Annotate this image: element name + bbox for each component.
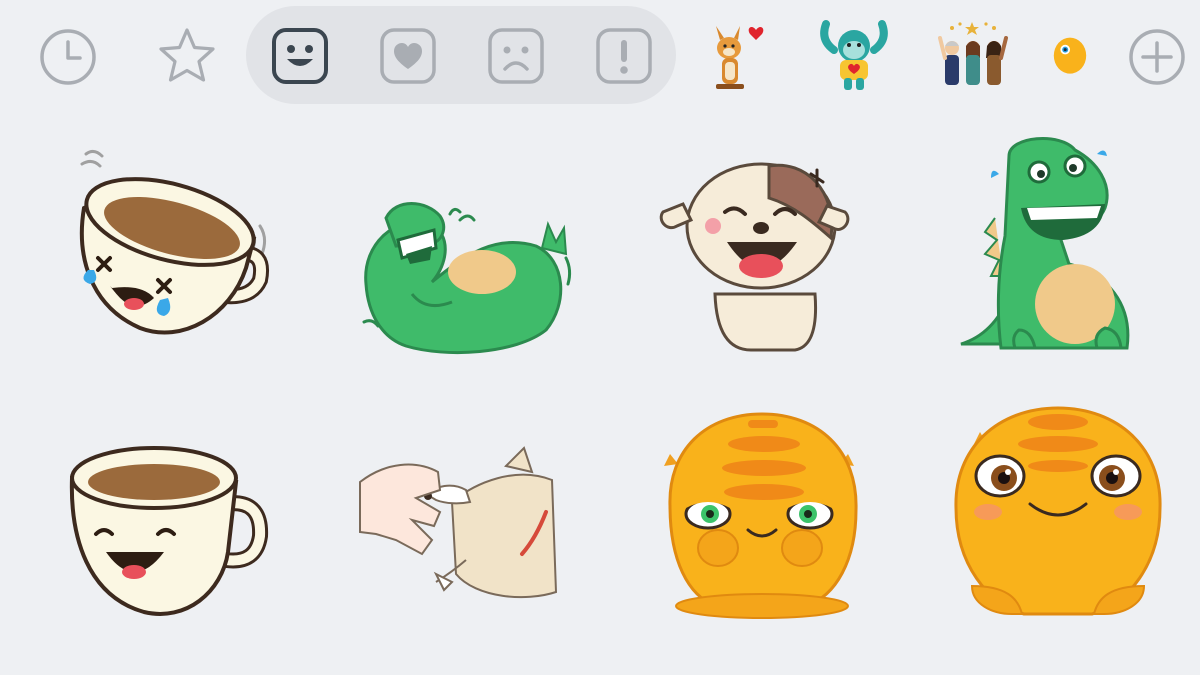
sticker-grid [0, 112, 1200, 675]
plus-icon [1129, 29, 1185, 85]
tab-favorites[interactable] [156, 26, 218, 86]
people-celebrating-pack-icon [938, 22, 1008, 85]
sad-face-icon [488, 28, 544, 84]
teacup-laughing-crying-sticker [79, 149, 269, 335]
sticker-puppy-laughing[interactable] [655, 154, 857, 352]
clock-icon [40, 29, 96, 85]
sticker-green-dinosaur-laughing[interactable] [957, 136, 1149, 356]
dog-with-heart-pack-icon [716, 26, 764, 89]
smiley-face-icon [272, 28, 328, 84]
tab-pack-yellow-blob[interactable] [1052, 20, 1088, 90]
sticker-category-bar [0, 0, 1200, 112]
add-sticker-pack-button[interactable] [1128, 28, 1186, 86]
puppy-laughing-sticker [659, 162, 850, 352]
sticker-hand-petting-dog[interactable] [356, 442, 562, 602]
exclamation-icon [596, 28, 652, 84]
tab-love[interactable] [379, 27, 437, 85]
sticker-teacup-laughing-crying[interactable] [62, 146, 272, 346]
sticker-yellow-blob-blushing[interactable] [952, 406, 1164, 620]
yellow-blob-blushing-sticker [954, 406, 1162, 616]
green-dinosaur-laughing-sticker [960, 137, 1130, 350]
tab-pack-people[interactable] [936, 18, 1010, 92]
tab-exclamation[interactable] [595, 27, 653, 85]
yellow-blob-pack-icon [1053, 37, 1087, 74]
yellow-blob-smirking-sticker [664, 412, 858, 619]
heart-icon [380, 28, 436, 84]
green-dinosaur-rolling-sticker [362, 202, 572, 355]
teacup-smiling-sticker [69, 446, 269, 616]
sticker-teacup-smiling[interactable] [66, 442, 272, 616]
star-icon [159, 28, 215, 82]
sticker-yellow-blob-smirking[interactable] [656, 410, 868, 620]
tab-pack-monkey[interactable] [816, 16, 892, 94]
tab-recent[interactable] [39, 28, 97, 86]
hand-petting-dog-sticker [359, 446, 558, 599]
monkey-pack-icon [820, 20, 888, 90]
tab-sad[interactable] [487, 27, 545, 85]
sticker-green-dinosaur-rolling[interactable] [356, 194, 576, 355]
tab-happy[interactable] [271, 27, 329, 85]
tab-pack-dog-heart[interactable] [706, 18, 770, 94]
